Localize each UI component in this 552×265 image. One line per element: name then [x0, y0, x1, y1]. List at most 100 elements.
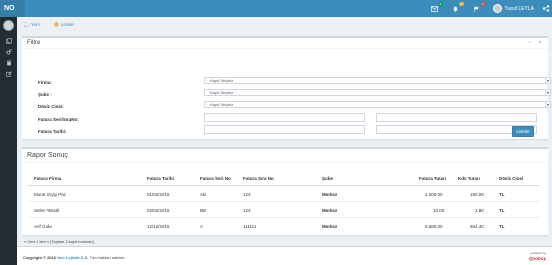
row-divider	[27, 201, 540, 202]
close-icon[interactable]: ×	[538, 40, 542, 46]
sidebar-item-edit[interactable]	[0, 68, 17, 79]
fatura-sira-input[interactable]	[376, 113, 537, 122]
brand-logo[interactable]: Qooboy	[529, 256, 546, 261]
cell-kdv: 1,80	[475, 208, 484, 213]
tasks-menu[interactable]: 9	[472, 2, 485, 12]
col-header-sira: Fatura Sıra No	[243, 176, 274, 181]
cogs-icon	[6, 48, 12, 54]
fatura-seri-label: Fatura Seri/SıraNo:	[38, 117, 79, 122]
sidebar-item-settings[interactable]	[0, 46, 17, 57]
firma-select-value: Kayıt Seçiniz	[210, 78, 234, 83]
cell-seri: BB	[200, 208, 207, 213]
doviz-select[interactable]: Kayıt Seçiniz	[204, 101, 551, 108]
cell-doviz: TL	[499, 192, 505, 197]
tab-new-label: Yeni	[31, 22, 40, 27]
messages-badge: 4	[438, 2, 443, 6]
notifications-badge: 10	[459, 2, 464, 6]
listele-button[interactable]: Listele	[512, 126, 534, 137]
user-name: Yusuf LEYLA	[504, 5, 534, 12]
filter-title: Filtre	[27, 40, 41, 46]
cell-doviz: TL	[499, 224, 505, 229]
user-avatar	[492, 4, 502, 13]
col-header-seri: Fatura Seri No	[200, 176, 231, 181]
copyright-label: Copyright © 2016	[23, 255, 56, 260]
fatura-seri-input[interactable]	[204, 113, 365, 122]
cell-firma: Murat Giyip Paz	[34, 192, 67, 197]
col-header-sube: Şube	[322, 176, 334, 181]
report-header: Rapor Sonuç	[22, 149, 548, 163]
cell-doviz: TL	[499, 208, 505, 213]
rights-text: Tüm hakları saklıdır.	[89, 255, 126, 260]
flag-icon	[473, 6, 479, 12]
filter-header: Filtre − ×	[22, 38, 548, 49]
col-header-tutar: Fatura Tutarı	[419, 176, 447, 181]
chevron-down-icon	[545, 90, 550, 95]
chevron-down-icon	[545, 102, 550, 107]
bell-icon	[452, 6, 458, 12]
cell-kdv: 180,00	[470, 192, 484, 197]
doviz-label: Döviz Cinsi:	[38, 104, 64, 109]
action-tabs: Yeni Listele	[24, 22, 88, 27]
new-document-icon	[24, 22, 29, 27]
chevron-down-icon	[545, 78, 550, 83]
sidebar-item-reports[interactable]	[0, 57, 17, 68]
cell-sira: 111111	[243, 224, 257, 229]
firma-select[interactable]: Kayıt Seçiniz	[204, 77, 551, 84]
company-link[interactable]: Neo Lojistik A.Ş.	[57, 255, 88, 260]
report-title: Rapor Sonuç	[27, 152, 68, 159]
cell-sube: Merkez	[322, 208, 338, 213]
filter-tools: − ×	[523, 38, 542, 49]
cell-tutar: 1.000,00	[425, 192, 443, 197]
documents-icon	[5, 37, 12, 44]
messages-menu[interactable]: 4	[430, 2, 443, 12]
share-icon[interactable]	[542, 5, 550, 12]
cell-tutar: 5.680,00	[425, 224, 443, 229]
report-panel: Rapor Sonuç Fatura Firma Fatura Tarihi F…	[22, 147, 548, 235]
list-icon	[53, 22, 59, 27]
sube-select[interactable]: Kayıt Seçiniz	[204, 89, 551, 96]
app-logo[interactable]: NO	[0, 0, 25, 17]
tab-list-label: Listele	[60, 22, 74, 27]
cell-sira: 123	[243, 192, 251, 197]
top-navbar: NO 4 10 9 Yusuf LEYLA	[0, 0, 552, 17]
book-icon	[6, 60, 11, 65]
fatura-tarih-start-input[interactable]	[204, 125, 365, 134]
sube-select-value: Kayıt Seçiniz	[210, 90, 234, 95]
cell-firma: Selen Tekstil	[34, 208, 60, 213]
header-divider	[27, 185, 540, 186]
powered-by: powered by Qooboy	[529, 251, 546, 261]
cell-tutar: 10,00	[433, 208, 445, 213]
sidebar	[0, 17, 17, 265]
copyright-text: Copyright © 2016 Neo Lojistik A.Ş. Tüm h…	[23, 255, 126, 260]
main-content: Yeni Listele Filtre − × Firma: Kayıt Seç…	[17, 17, 552, 265]
col-header-doviz: Döviz Cinsi	[499, 176, 524, 181]
tasks-badge: 9	[480, 2, 485, 6]
cell-seri: AB	[200, 192, 207, 197]
cell-seri: A	[200, 224, 204, 229]
pagination[interactable]: « Geri 1 İleri » [Toplam 3 kayıt bulundu…	[24, 239, 94, 244]
cell-tarih: 02/02/2016	[147, 208, 170, 213]
edit-icon	[5, 70, 12, 77]
sidebar-item-documents[interactable]	[0, 35, 17, 46]
cell-sube: Merkez	[322, 192, 338, 197]
powered-by-label: powered by	[530, 251, 546, 255]
cell-tarih: 12/12/2015	[147, 224, 170, 229]
cell-sube: Merkez	[322, 224, 338, 229]
cell-sira: 123	[243, 208, 251, 213]
user-menu[interactable]: Yusuf LEYLA	[492, 4, 534, 13]
doviz-select-value: Kayıt Seçiniz	[210, 102, 234, 107]
row-divider	[27, 217, 540, 218]
col-header-firma: Fatura Firma	[34, 176, 62, 181]
footer: Copyright © 2016 Neo Lojistik A.Ş. Tüm h…	[17, 246, 552, 265]
envelope-icon	[430, 5, 438, 12]
firma-label: Firma:	[38, 80, 52, 85]
cell-tarih: 01/02/2016	[147, 192, 170, 197]
notifications-menu[interactable]: 10	[451, 2, 464, 12]
tab-list[interactable]: Listele	[53, 22, 74, 27]
navbar-right: 4 10 9 Yusuf LEYLA	[418, 0, 550, 17]
cell-firma: Arif Gıda	[34, 224, 52, 229]
collapse-icon[interactable]: −	[528, 40, 532, 46]
sube-label: Şube :	[38, 92, 52, 97]
tab-new[interactable]: Yeni	[24, 22, 40, 27]
filter-panel: Filtre − × Firma: Kayıt Seçiniz Şube : K…	[22, 36, 551, 139]
